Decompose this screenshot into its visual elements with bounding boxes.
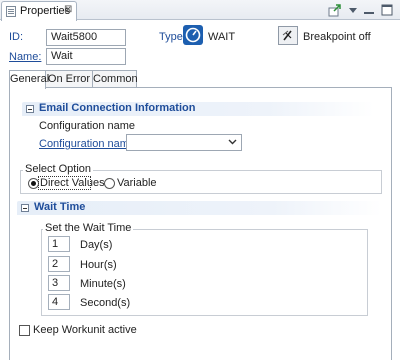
view-tab-bar: Properties ⊠ <box>0 0 400 21</box>
collapse-toggle-icon[interactable] <box>21 204 29 212</box>
minutes-field[interactable]: 3 <box>48 275 70 291</box>
type-label: Type: <box>159 31 186 43</box>
name-field[interactable]: Wait <box>46 48 126 65</box>
minimize-icon[interactable] <box>362 3 376 17</box>
email-connection-section-title: Email Connection Information <box>39 102 196 114</box>
set-wait-time-legend: Set the Wait Time <box>43 222 134 234</box>
export-icon[interactable] <box>328 3 342 17</box>
tab-on-error[interactable]: On Error <box>45 70 93 88</box>
properties-tab-label: Properties <box>20 5 71 17</box>
days-field[interactable]: 1 <box>48 236 70 252</box>
variable-radio[interactable] <box>104 178 115 189</box>
wait-time-section-header[interactable]: Wait Time <box>17 201 382 215</box>
days-label: Day(s) <box>80 239 113 251</box>
keep-workunit-checkbox[interactable] <box>19 325 30 336</box>
tab-common[interactable]: Common <box>92 70 138 88</box>
view-menu-icon[interactable] <box>346 3 360 17</box>
chevron-down-icon <box>228 137 237 148</box>
seconds-label: Second(s) <box>80 297 131 309</box>
configuration-name-heading: Configuration name <box>39 120 136 132</box>
hours-field[interactable]: 2 <box>48 256 70 272</box>
breakpoint-label: Breakpoint off <box>303 31 371 43</box>
maximize-icon[interactable] <box>380 3 394 17</box>
keep-workunit-label[interactable]: Keep Workunit active <box>33 324 137 336</box>
collapse-toggle-icon[interactable] <box>26 105 34 113</box>
configuration-name-dropdown[interactable] <box>126 134 242 151</box>
id-field[interactable]: Wait5800 <box>46 29 126 46</box>
wait-type-icon <box>183 25 203 45</box>
select-option-legend: Select Option <box>23 163 94 175</box>
breakpoint-toggle-button[interactable] <box>278 26 298 45</box>
breakpoint-icon <box>282 30 292 41</box>
variable-label[interactable]: Variable <box>117 177 157 189</box>
hours-label: Hour(s) <box>80 259 117 271</box>
seconds-field[interactable]: 4 <box>48 294 70 310</box>
properties-icon <box>6 6 16 17</box>
properties-view-tab[interactable]: Properties ⊠ <box>1 1 77 21</box>
type-value: WAIT <box>208 31 236 43</box>
minutes-label: Minute(s) <box>80 278 126 290</box>
id-label: ID: <box>9 31 24 43</box>
wait-time-section-title: Wait Time <box>34 201 86 213</box>
email-connection-section-header[interactable]: Email Connection Information <box>22 102 374 116</box>
tab-general[interactable]: General <box>9 70 49 89</box>
direct-values-label[interactable]: Direct Values <box>40 177 105 189</box>
name-label: Name: <box>9 51 42 63</box>
close-icon[interactable]: ⊠ <box>64 4 72 15</box>
configuration-name-label: Configuration name: <box>39 138 139 150</box>
